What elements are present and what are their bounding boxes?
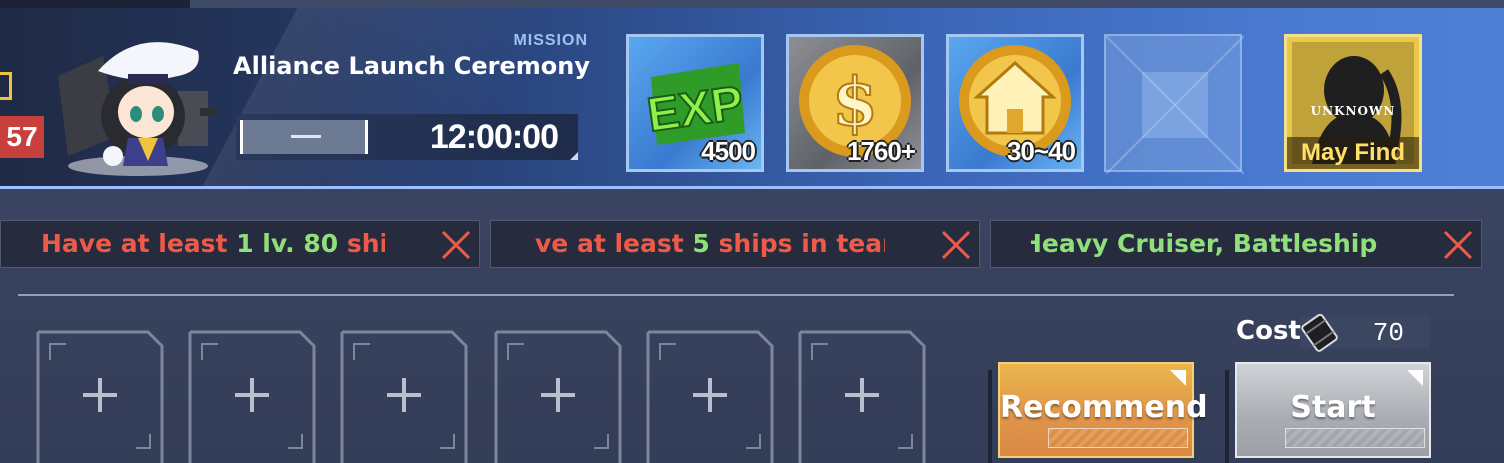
cost-value: 70 <box>1372 318 1404 348</box>
button-shadow <box>988 370 992 463</box>
condition-text: ship <box>346 229 385 258</box>
cost-label: Cost <box>1236 316 1301 346</box>
fleet-slot-5[interactable] <box>646 330 774 463</box>
mission-timer: 12:00:00 <box>429 118 559 156</box>
reward-count: 1760+ <box>846 136 916 166</box>
x-icon <box>441 230 471 260</box>
banner-edge-marker <box>0 72 12 100</box>
start-label: Start <box>1290 390 1376 425</box>
plus-icon <box>83 378 117 412</box>
fleet-slot-1[interactable] <box>36 330 164 463</box>
button-shadow <box>1225 370 1229 463</box>
plus-icon <box>845 378 879 412</box>
button-stripe <box>1048 428 1188 448</box>
start-button[interactable]: Start <box>1235 362 1431 458</box>
unknown-label: UNKNOWN <box>1310 104 1396 118</box>
corner-mark <box>1407 370 1423 386</box>
svg-text:$: $ <box>832 63 878 141</box>
timer-slider[interactable] <box>240 120 368 154</box>
recommend-button[interactable]: Recommend <box>998 362 1208 458</box>
condition-text: ships in team <box>718 229 885 258</box>
condition-text: ve at least <box>535 229 693 258</box>
mission-label: MISSION <box>513 32 588 49</box>
corner-mark <box>570 152 578 160</box>
reward-count: 4500 <box>701 136 756 166</box>
condition-2: ve at least 5 ships in team <box>490 220 980 268</box>
corner-mark <box>1170 370 1186 386</box>
condition-3: Heavy Cruiser, Battleship <box>990 220 1482 268</box>
reward-empty-slot <box>1104 34 1244 174</box>
x-icon <box>941 230 971 260</box>
plus-icon <box>235 378 269 412</box>
minus-icon <box>291 135 321 138</box>
reward-dorm[interactable]: 30~40 <box>946 34 1084 172</box>
mission-banner: 57 MISSION Alliance Launch Ceremony 12:0… <box>0 8 1504 189</box>
condition-text: Have at least <box>41 229 237 258</box>
plus-icon <box>541 378 575 412</box>
reward-coin[interactable]: $ 1760+ <box>786 34 924 172</box>
plus-icon <box>387 378 421 412</box>
fleet-slot-4[interactable] <box>494 330 622 463</box>
empty-slot-icon <box>1106 36 1244 174</box>
condition-value: Heavy Cruiser, Battleship <box>1031 229 1378 258</box>
recommend-label: Recommend <box>1000 390 1208 425</box>
fleet-slot-3[interactable] <box>340 330 468 463</box>
may-find-caption: May Find <box>1287 137 1419 169</box>
oil-barrel-icon <box>1301 313 1338 352</box>
condition-value: 5 <box>692 229 710 258</box>
character-portrait <box>58 42 218 176</box>
fleet-slot-6[interactable] <box>798 330 926 463</box>
reward-count: 30~40 <box>1006 136 1076 166</box>
fleet-slot-2[interactable] <box>188 330 316 463</box>
condition-1: Have at least 1 lv. 80 ship <box>0 220 480 268</box>
section-divider <box>18 294 1454 296</box>
plus-icon <box>693 378 727 412</box>
reward-unknown[interactable]: UNKNOWN May Find <box>1284 34 1422 172</box>
mission-title: Alliance Launch Ceremony <box>233 52 590 80</box>
reward-exp[interactable]: EXP 4500 <box>626 34 764 172</box>
x-icon <box>1443 230 1473 260</box>
condition-value: 1 lv. 80 <box>236 229 339 258</box>
button-stripe <box>1285 428 1425 448</box>
timer-bar: 12:00:00 <box>236 114 578 160</box>
